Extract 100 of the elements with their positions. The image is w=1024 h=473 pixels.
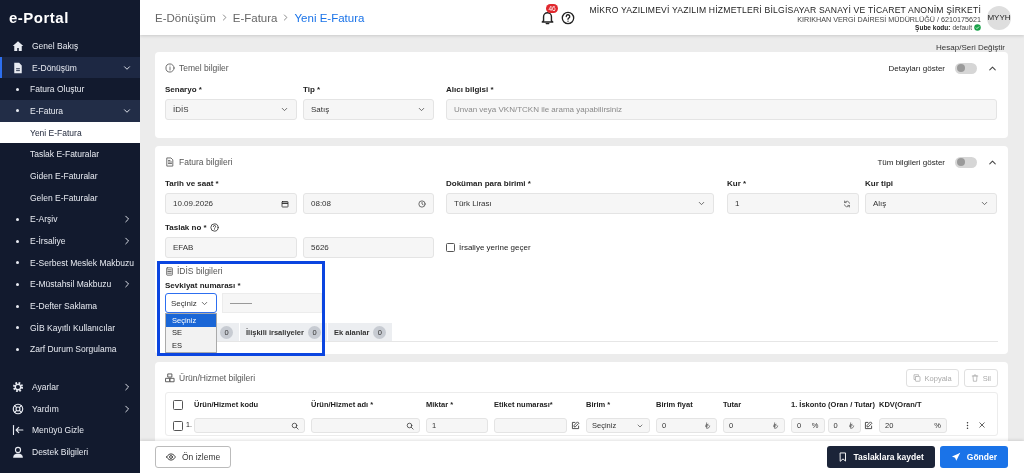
select-field[interactable]: İDİS [165, 99, 297, 120]
copy-icon [912, 374, 921, 382]
help-icon[interactable] [561, 10, 576, 25]
bullet-icon [15, 261, 19, 265]
send-icon [950, 452, 961, 462]
chevron-down-icon [280, 105, 289, 114]
chevron-right-icon [122, 403, 132, 414]
sidebar-item[interactable]: Gelen E-Faturalar [0, 186, 140, 209]
bullet-icon [15, 217, 19, 221]
text-field[interactable]: 5626 [303, 237, 434, 258]
lira-icon [772, 422, 779, 429]
eye-icon [166, 452, 176, 462]
sidebar-item[interactable]: E-Fatura [0, 100, 140, 122]
select-field[interactable]: Satış [303, 99, 434, 120]
trash-icon [970, 374, 979, 382]
sidebar-item[interactable]: Genel Bakış [0, 35, 140, 57]
sidebar-item[interactable]: Fatura Oluştur [0, 78, 140, 101]
sidebar-item[interactable]: E-Arşiv [0, 208, 140, 231]
refresh-icon [843, 199, 851, 208]
input-field[interactable] [494, 418, 567, 433]
user-avatar[interactable]: MYYH [987, 5, 1011, 30]
field-label: Doküman para birimi * [446, 178, 531, 188]
date-field[interactable]: 10.09.2026 [165, 193, 297, 214]
action-button[interactable]: Gönder [939, 446, 1008, 468]
account-link[interactable]: Hesap/Seri Değiştir [936, 43, 1005, 52]
section-title: Ürün/Hizmet bilgileri [179, 373, 256, 383]
document-icon [12, 61, 24, 74]
sidebar-item[interactable]: Yeni E-Fatura [0, 121, 140, 144]
search-icon [291, 421, 299, 430]
sidebar-item[interactable]: Giden E-Faturalar [0, 165, 140, 187]
close-icon[interactable] [978, 421, 986, 429]
field-label: Kur tipi [865, 178, 893, 188]
sidebar-item[interactable]: Destek Bilgileri [0, 441, 140, 463]
bullet-icon [15, 304, 19, 308]
search-field[interactable] [311, 418, 420, 433]
search-icon [406, 421, 414, 430]
sidebar-item[interactable]: E-Defter Saklama [0, 295, 140, 317]
edit-icon[interactable] [571, 421, 580, 430]
checkbox[interactable] [173, 420, 183, 431]
bullet-icon [15, 109, 19, 113]
document-icon [165, 157, 175, 167]
chevron-right-icon [122, 214, 132, 225]
register-icon [165, 266, 174, 276]
bullet-icon [15, 326, 19, 330]
sidebar-item[interactable]: Yardım [0, 397, 140, 420]
info-icon [165, 63, 175, 73]
text-field[interactable]: EFAB [165, 237, 297, 258]
company-name: MİKRO YAZILIMEVİ YAZILIM HİZMETLERİ BİLGİSAYAR SANAYİ VE TİCARET ANONİM ŞİRKETİ [589, 4, 981, 15]
notification-bell-icon[interactable] [540, 10, 556, 25]
action-button[interactable]: Ön izleme [155, 446, 232, 468]
rate-field[interactable]: 1 [727, 193, 859, 214]
lira-icon [704, 422, 711, 429]
edit-icon[interactable] [864, 421, 873, 430]
field-label: Sevkiyat numarası * [165, 280, 241, 290]
select-field[interactable]: Seçiniz [165, 293, 217, 313]
boxes-icon [165, 373, 175, 383]
sidebar-item[interactable]: E-Dönüşüm [0, 56, 140, 79]
checkbox[interactable] [446, 243, 455, 252]
breadcrumb-link[interactable]: Yeni E-Fatura [294, 11, 365, 24]
bullet-icon [15, 347, 19, 351]
sidebar-item[interactable]: E-Müstahsil Makbuzu [0, 273, 140, 296]
chevron-right-icon [122, 279, 132, 290]
sidebar-item[interactable]: GİB Kayıtlı Kullanıcılar [0, 316, 140, 339]
select-field[interactable]: Türk Lirası [446, 193, 714, 214]
checkbox[interactable] [173, 399, 183, 410]
search-field[interactable]: Unvan veya VKN/TCKN ile arama yapabilirsiniz [446, 99, 997, 120]
lifebuoy-icon [12, 402, 24, 415]
clock-icon [418, 199, 426, 208]
checkbox-label: İrsaliye yerine geçer [459, 243, 531, 252]
calendar-icon [281, 199, 289, 208]
section-title: İDİS bilgileri [177, 266, 223, 276]
lira-icon [848, 422, 855, 429]
chevron-down-icon [417, 105, 426, 114]
home-icon [12, 39, 24, 52]
field-label: Kur * [727, 178, 747, 188]
breadcrumb-link[interactable]: E-Fatura [232, 11, 278, 24]
sidebar-item[interactable]: Menüyü Gizle [0, 419, 140, 442]
input-field[interactable] [222, 293, 322, 313]
bullet-icon [15, 87, 19, 91]
chevron-down-icon [980, 199, 989, 208]
settings-icon [12, 381, 24, 394]
sidebar-item[interactable]: Taslak E-Faturalar [0, 143, 140, 166]
app-logo: e-Portal [8, 8, 70, 28]
collapse-menu-icon [12, 424, 24, 437]
field-label: Senaryo * [165, 84, 202, 94]
sidebar-item[interactable]: E-İrsaliye [0, 230, 140, 252]
field-label: Alıcı bilgisi * [446, 84, 494, 94]
select-field[interactable]: Alış [865, 193, 997, 214]
toggle-switch[interactable] [955, 156, 977, 168]
field-label: Tip * [303, 84, 321, 94]
sidebar-item[interactable]: Ayarlar [0, 376, 140, 398]
breadcrumb-link[interactable]: E-Dönüşüm [155, 11, 216, 24]
action-button[interactable]: Taslaklara kaydet [826, 446, 935, 468]
search-field[interactable] [194, 418, 305, 433]
toggle-switch[interactable] [955, 62, 977, 74]
person-icon [12, 446, 24, 459]
time-field[interactable]: 08:08 [303, 193, 434, 214]
sidebar-item[interactable]: Zarf Durum Sorgulama [0, 338, 140, 361]
toggle-label: Tüm bilgileri göster [877, 157, 945, 167]
help-icon[interactable] [209, 222, 219, 232]
